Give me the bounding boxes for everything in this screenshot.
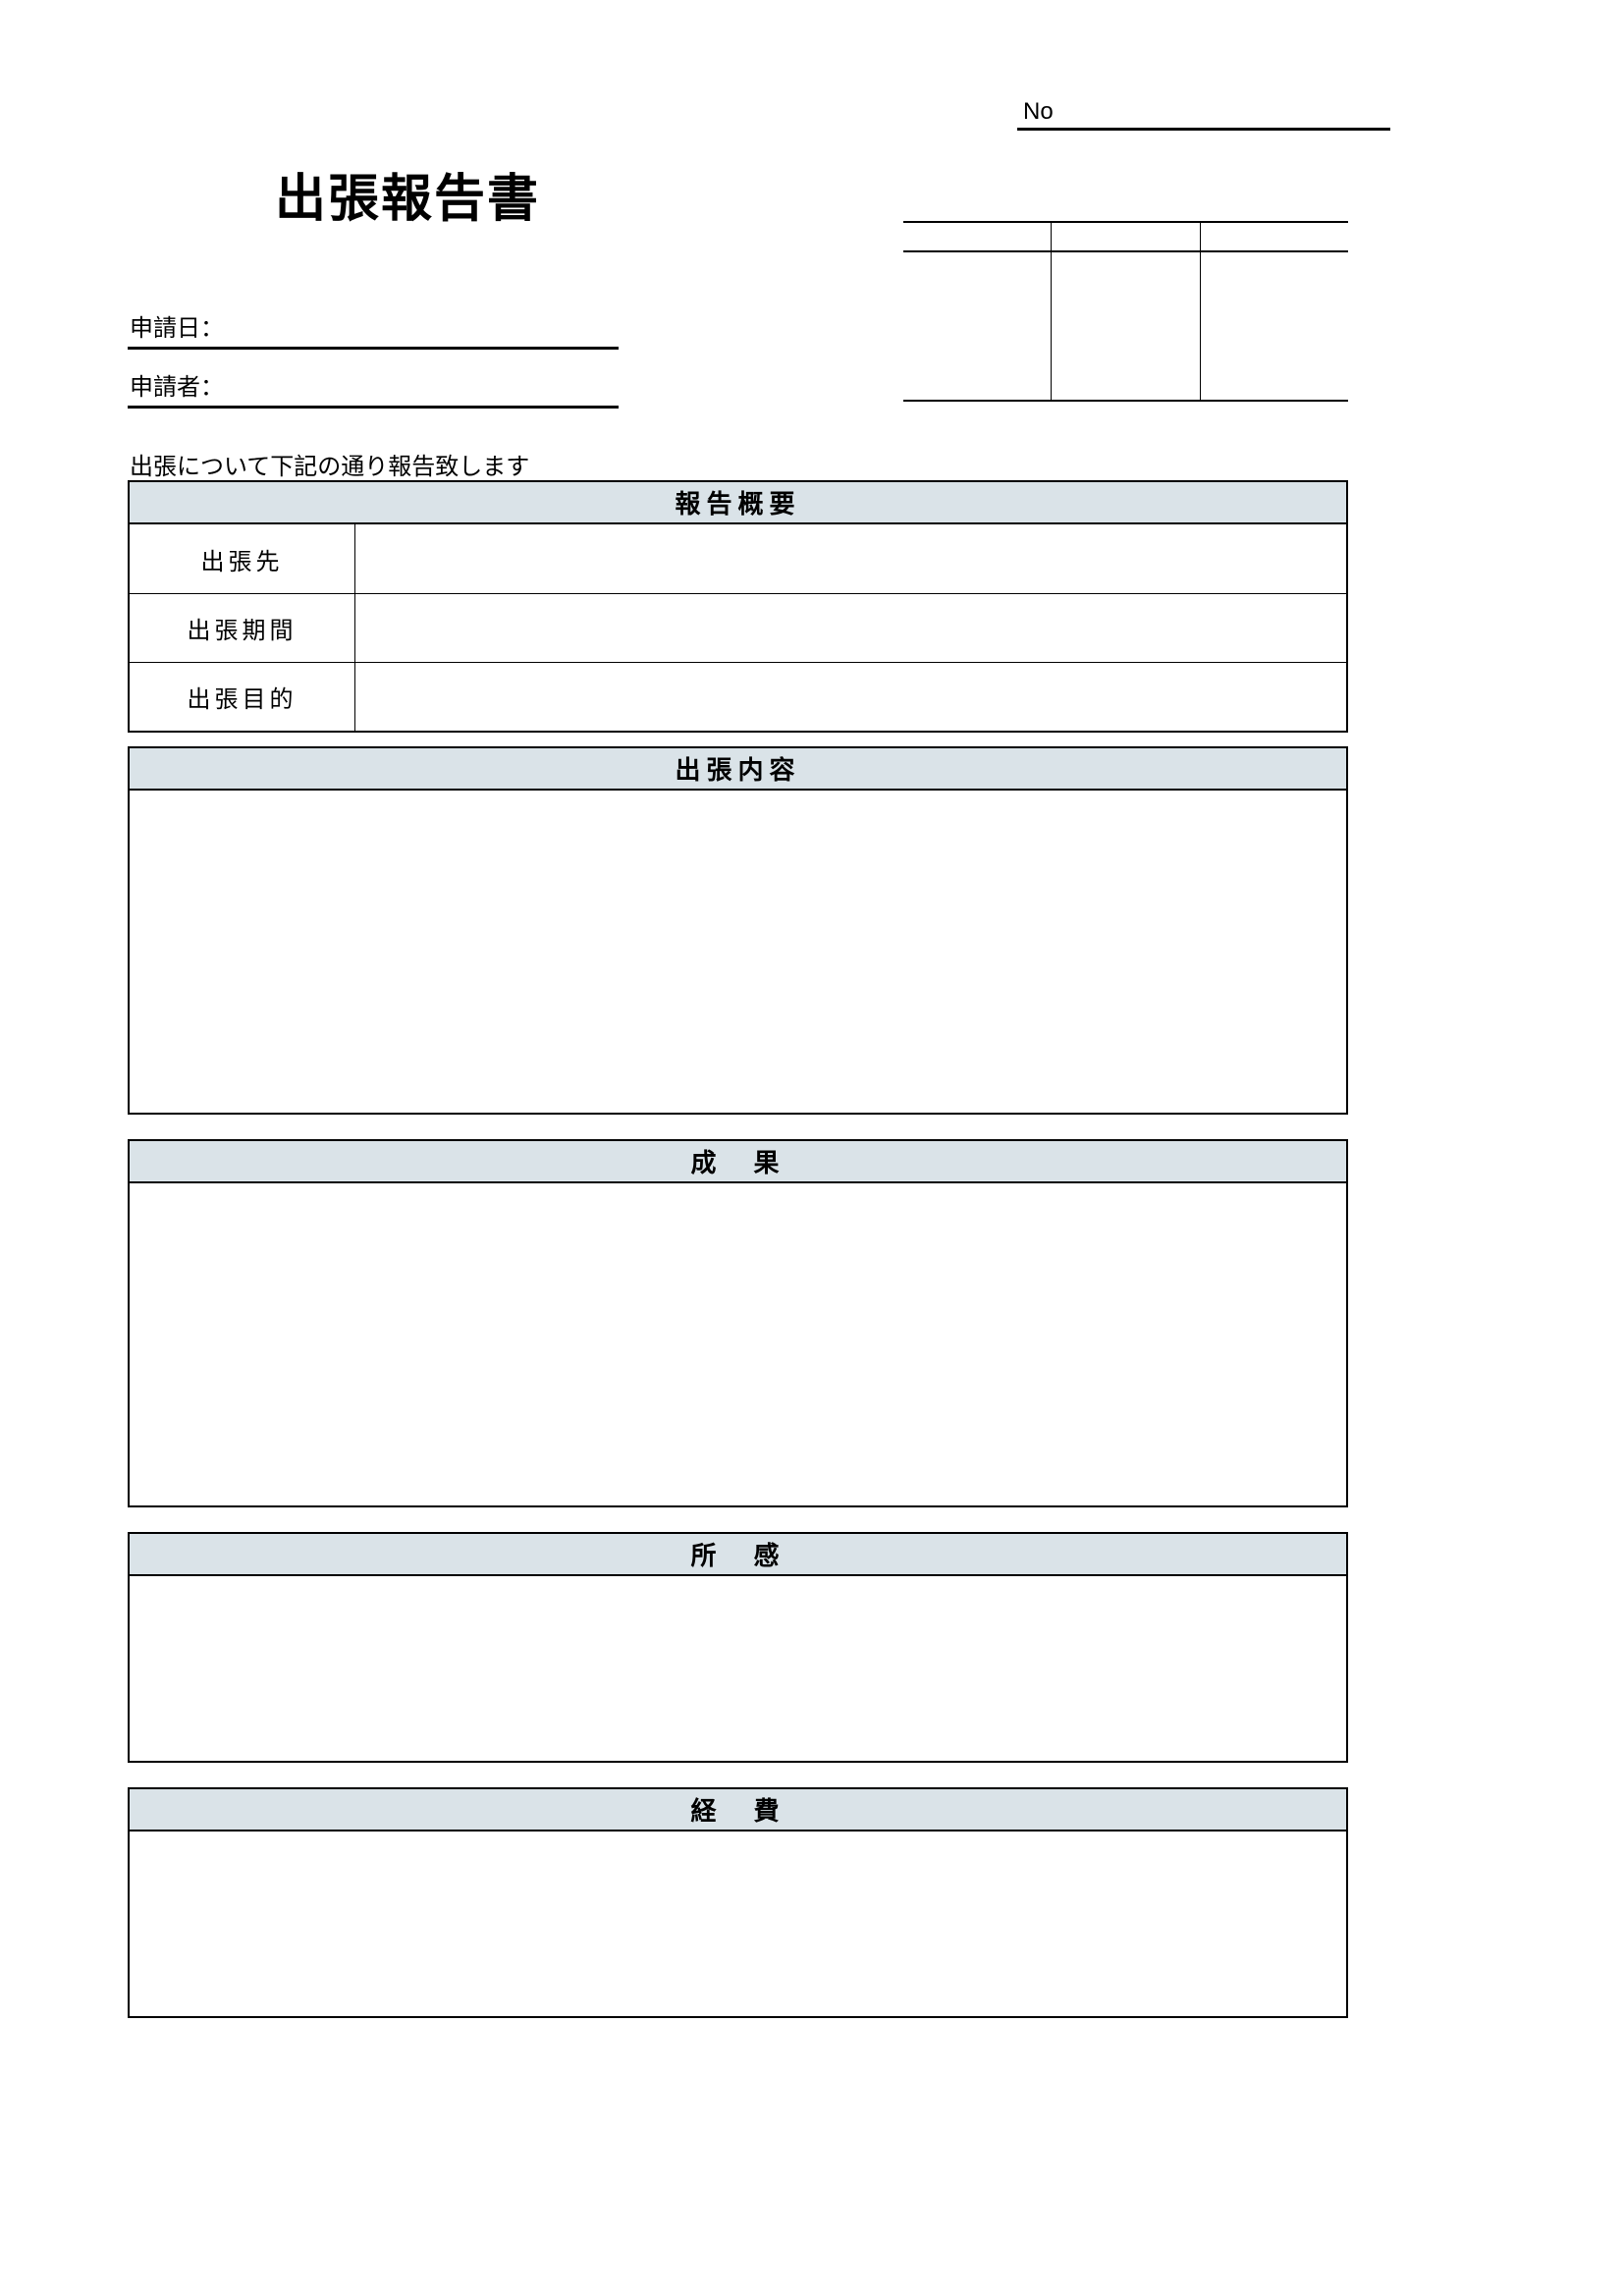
content-header: 出張内容 (128, 746, 1348, 791)
applicant-name-field[interactable]: 申請者： (128, 363, 619, 409)
summary-row-period: 出張期間 (130, 593, 1346, 662)
approval-cell-3[interactable] (1200, 223, 1348, 400)
destination-value[interactable] (355, 524, 1346, 593)
period-label: 出張期間 (130, 594, 355, 662)
approval-stamp-box (903, 221, 1348, 402)
summary-table: 出張先 出張期間 出張目的 (128, 524, 1348, 733)
document-number-field[interactable]: No (1017, 98, 1390, 131)
content-section: 出張内容 (128, 746, 1348, 1115)
result-section: 成 果 (128, 1139, 1348, 1507)
destination-label: 出張先 (130, 524, 355, 593)
applicant-block: 申請日： 申請者： (128, 304, 619, 422)
approval-header-3 (1201, 223, 1348, 252)
approval-body-1 (903, 252, 1051, 400)
summary-section: 報告概要 出張先 出張期間 出張目的 (128, 480, 1348, 733)
approval-cell-2[interactable] (1051, 223, 1199, 400)
summary-header: 報告概要 (128, 480, 1348, 524)
result-header: 成 果 (128, 1139, 1348, 1183)
summary-row-purpose: 出張目的 (130, 662, 1346, 731)
no-label: No (1023, 98, 1054, 125)
application-date-label: 申請日： (130, 315, 224, 342)
document-title: 出張報告書 (275, 157, 540, 231)
thoughts-section: 所 感 (128, 1532, 1348, 1763)
result-body[interactable] (128, 1183, 1348, 1507)
expense-header: 経 費 (128, 1787, 1348, 1831)
content-body[interactable] (128, 791, 1348, 1115)
approval-body-3 (1201, 252, 1348, 400)
approval-header-1 (903, 223, 1051, 252)
period-value[interactable] (355, 594, 1346, 662)
approval-cell-1[interactable] (903, 223, 1051, 400)
approval-header-2 (1052, 223, 1199, 252)
application-date-field[interactable]: 申請日： (128, 304, 619, 350)
approval-body-2 (1052, 252, 1199, 400)
thoughts-header: 所 感 (128, 1532, 1348, 1576)
applicant-name-label: 申請者： (130, 374, 224, 401)
expense-body[interactable] (128, 1831, 1348, 2018)
expense-section: 経 費 (128, 1787, 1348, 2018)
summary-row-destination: 出張先 (130, 524, 1346, 593)
purpose-value[interactable] (355, 663, 1346, 731)
thoughts-body[interactable] (128, 1576, 1348, 1763)
purpose-label: 出張目的 (130, 663, 355, 731)
